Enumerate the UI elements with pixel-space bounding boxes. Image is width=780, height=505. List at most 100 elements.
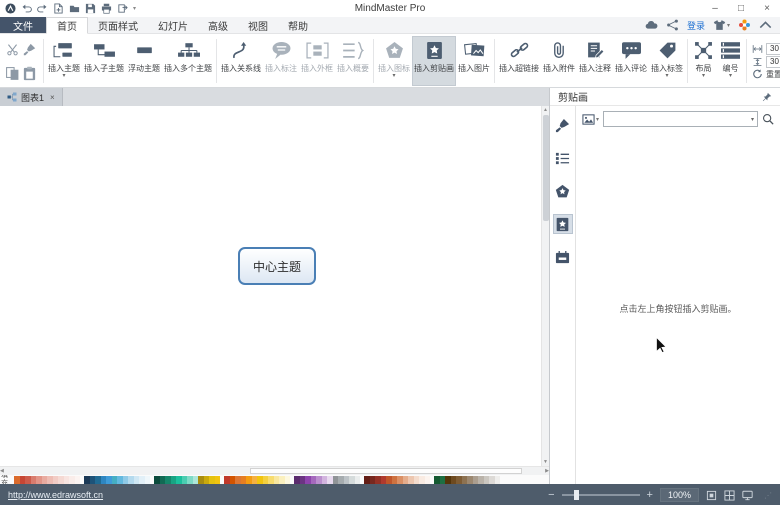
document-tab[interactable]: 图表1 × (0, 88, 63, 106)
paste-icon[interactable] (22, 66, 37, 81)
scroll-down-arrow[interactable]: ▼ (543, 458, 548, 466)
copy-icon[interactable] (5, 66, 20, 81)
group-separator (43, 39, 44, 83)
insert-comment-button[interactable]: 插入评论 (613, 36, 649, 86)
insert-note-button[interactable]: 插入注释 (577, 36, 613, 86)
page-grid-icon[interactable] (724, 490, 735, 501)
panel-tab-strip (550, 106, 576, 484)
redo-button[interactable] (37, 3, 48, 14)
palette-swatch[interactable] (285, 476, 291, 484)
scroll-left-arrow[interactable]: ◀ (0, 467, 4, 475)
dropdown-caret: ▾ (62, 73, 65, 79)
pin-icon[interactable] (762, 92, 772, 102)
insert-picture-button[interactable]: 插入图片 (456, 36, 492, 86)
numbering-button[interactable]: 编号 ▾ (717, 36, 744, 86)
menu-tab-help[interactable]: 帮助 (278, 17, 318, 33)
zoom-slider[interactable] (562, 494, 640, 496)
insert-boundary-button[interactable]: 插入外框 (299, 36, 335, 86)
import-button[interactable] (53, 3, 64, 14)
save-button[interactable] (85, 3, 96, 14)
menu-tab-advanced[interactable]: 高级 (198, 17, 238, 33)
zoom-slider-thumb[interactable] (574, 490, 579, 500)
customize-toolbar-caret[interactable]: ▾ (133, 5, 136, 12)
resize-grip[interactable]: ⋰ (764, 491, 772, 500)
horizontal-spacing-input[interactable]: 30 (766, 43, 780, 55)
clipart-search-input[interactable] (604, 113, 751, 125)
clipart-search-box[interactable]: ▾ (603, 111, 758, 127)
panel-tab-mark-icon[interactable] (553, 181, 573, 201)
palette-swatch[interactable] (215, 476, 221, 484)
points-flower-icon[interactable] (738, 19, 751, 31)
zoom-percent[interactable]: 100% (660, 488, 699, 502)
horizontal-scrollbar[interactable]: ◀ ▶ (0, 466, 549, 475)
floating-topic-button[interactable]: 浮动主题 (126, 36, 162, 86)
menu-tab-page-style[interactable]: 页面样式 (88, 17, 148, 33)
format-painter-icon[interactable] (23, 43, 36, 56)
share-icon[interactable] (666, 19, 679, 31)
group-separator (373, 39, 374, 83)
insert-callout-button[interactable]: 插入标注 (263, 36, 299, 86)
search-history-caret[interactable]: ▾ (751, 116, 757, 123)
insert-tag-button[interactable]: 插入标签 ▾ (649, 36, 685, 86)
zoom-out-button[interactable]: − (548, 489, 554, 501)
search-icon[interactable] (762, 113, 774, 125)
menu-tab-view[interactable]: 视图 (238, 17, 278, 33)
theme-shirt-icon[interactable]: ▾ (713, 19, 730, 31)
button-label: 插入超链接 (499, 64, 539, 73)
vertical-scrollbar[interactable]: ▲ ▼ (541, 106, 549, 466)
minimize-button[interactable]: – (702, 0, 728, 17)
cut-icon[interactable] (6, 43, 19, 56)
palette-swatch[interactable] (425, 476, 431, 484)
button-label: 插入主题 (48, 64, 80, 73)
reset-button[interactable]: 重置 (752, 69, 780, 80)
insert-attachment-button[interactable]: 插入附件 (541, 36, 577, 86)
insert-relationship-button[interactable]: 插入关系线 (219, 36, 263, 86)
panel-tab-task-icon[interactable] (553, 247, 573, 267)
maximize-button[interactable]: □ (728, 0, 754, 17)
palette-swatch[interactable] (145, 476, 151, 484)
fit-to-window-icon[interactable] (706, 490, 717, 501)
insert-hyperlink-button[interactable]: 插入超链接 (497, 36, 541, 86)
insert-subtopic-button[interactable]: 插入子主题 (82, 36, 126, 86)
menu-file-tab[interactable]: 文件 (0, 17, 46, 33)
document-tab-close-icon[interactable]: × (50, 93, 55, 102)
vertical-spacing-input[interactable]: 30 (766, 56, 780, 68)
palette-swatch[interactable] (495, 476, 501, 484)
zoom-controls: − + 100% ⋰ (548, 488, 772, 502)
close-button[interactable]: × (754, 0, 780, 17)
vertical-scroll-thumb[interactable] (543, 115, 549, 221)
menu-tab-slideshow[interactable]: 幻灯片 (148, 17, 198, 33)
document-tab-bar: 图表1 × (0, 88, 549, 106)
insert-summary-button[interactable]: 插入概要 (335, 36, 371, 86)
insert-icon-button[interactable]: 插入图标 ▾ (376, 36, 412, 86)
open-button[interactable] (69, 3, 80, 14)
undo-button[interactable] (21, 3, 32, 14)
export-button[interactable] (117, 3, 128, 14)
panel-tab-outline-icon[interactable] (553, 148, 573, 168)
edrawsoft-link[interactable]: http://www.edrawsoft.cn (8, 490, 103, 500)
zoom-in-button[interactable]: + (647, 489, 653, 501)
central-topic[interactable]: 中心主题 (238, 247, 316, 285)
document-area: 图表1 × 中心主题 ▲ ▼ ◀ ▶ 填 (0, 88, 549, 484)
palette-swatch[interactable] (355, 476, 361, 484)
login-link[interactable]: 登录 (687, 19, 705, 32)
presentation-monitor-icon[interactable] (742, 490, 753, 501)
insert-topic-button[interactable]: 插入主题 ▾ (46, 36, 82, 86)
palette-swatch[interactable] (75, 476, 81, 484)
layout-button[interactable]: 布局 ▾ (690, 36, 717, 86)
clipart-category-button[interactable]: ▾ (582, 113, 599, 126)
menu-tab-home[interactable]: 首页 (46, 17, 88, 34)
horizontal-scroll-thumb[interactable] (250, 468, 522, 474)
print-button[interactable] (101, 3, 112, 14)
collapse-ribbon-icon[interactable] (759, 19, 772, 31)
tag-icon (656, 38, 679, 63)
panel-tab-clipart-icon[interactable] (553, 214, 573, 234)
cloud-icon[interactable] (645, 19, 658, 31)
panel-tab-format-brush-icon[interactable] (553, 115, 573, 135)
scroll-up-arrow[interactable]: ▲ (543, 106, 548, 114)
mindmap-canvas[interactable]: 中心主题 (0, 106, 541, 466)
insert-topic-icon (53, 38, 76, 63)
quick-access-toolbar: ▾ (5, 3, 136, 14)
insert-clipart-button[interactable]: 插入剪贴画 (412, 36, 456, 86)
insert-multiple-topics-button[interactable]: 插入多个主题 (162, 36, 214, 86)
